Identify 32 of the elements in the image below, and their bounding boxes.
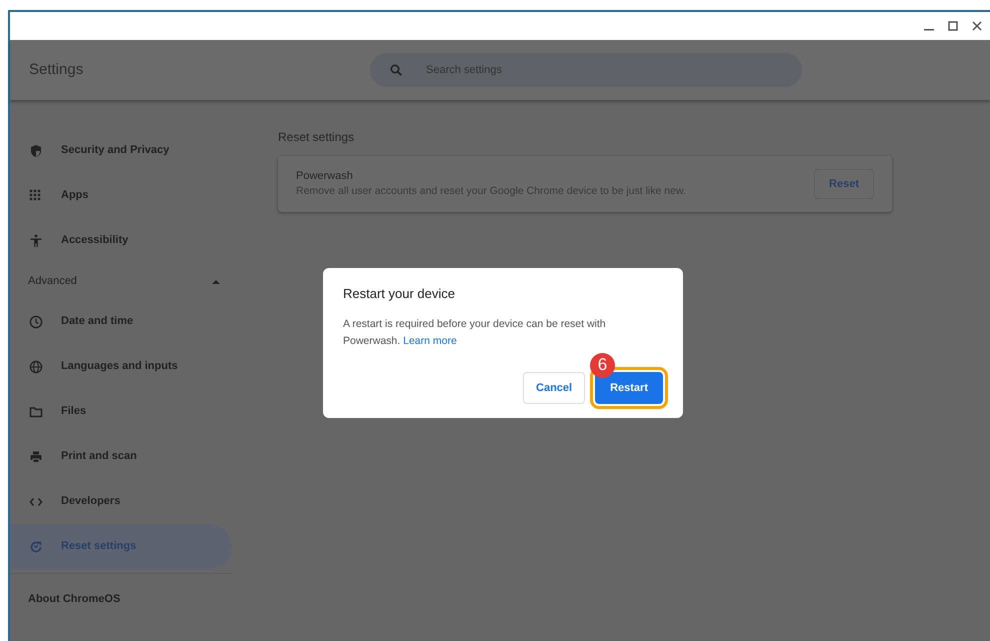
- printer-icon: [29, 450, 43, 464]
- folder-icon: [29, 404, 43, 418]
- globe-icon: [29, 360, 43, 374]
- accessibility-icon: [29, 234, 43, 248]
- dialog-message: A restart is required before your device can be reset with Powerwash. Learn more: [343, 316, 607, 348]
- reset-icon: [29, 540, 43, 554]
- reset-button[interactable]: Reset: [814, 168, 874, 200]
- grid-icon: [29, 188, 43, 202]
- sidebar-item[interactable]: Developers: [10, 479, 232, 524]
- sidebar-item[interactable]: Security and Privacy: [10, 128, 232, 173]
- learn-more-link[interactable]: Learn more: [403, 334, 457, 346]
- sidebar-item[interactable]: Print and scan: [10, 434, 232, 479]
- maximize-icon[interactable]: [948, 21, 958, 31]
- sidebar-item[interactable]: Date and time: [10, 299, 232, 344]
- dialog-title: Restart your device: [343, 285, 456, 303]
- sidebar-item[interactable]: Files: [10, 389, 232, 434]
- setting-title: Powerwash: [296, 168, 354, 184]
- section-title: Reset settings: [278, 129, 356, 146]
- cancel-button[interactable]: Cancel: [523, 372, 586, 404]
- step-badge: 6: [590, 352, 615, 378]
- section-toggle[interactable]: Advanced: [10, 263, 220, 299]
- clock-icon: [29, 314, 43, 328]
- sidebar-item[interactable]: Accessibility: [10, 218, 232, 263]
- shield-icon: [29, 144, 43, 158]
- close-icon[interactable]: [972, 21, 982, 31]
- caret-icon: [212, 278, 220, 284]
- search-icon: [390, 64, 402, 76]
- sidebar-item[interactable]: Reset settings: [10, 524, 232, 569]
- sidebar-item[interactable]: Languages and inputs: [10, 344, 232, 389]
- sidebar-item[interactable]: About ChromeOS: [10, 574, 278, 624]
- app-title: Settings: [28, 60, 84, 80]
- sidebar-item[interactable]: Apps: [10, 173, 232, 218]
